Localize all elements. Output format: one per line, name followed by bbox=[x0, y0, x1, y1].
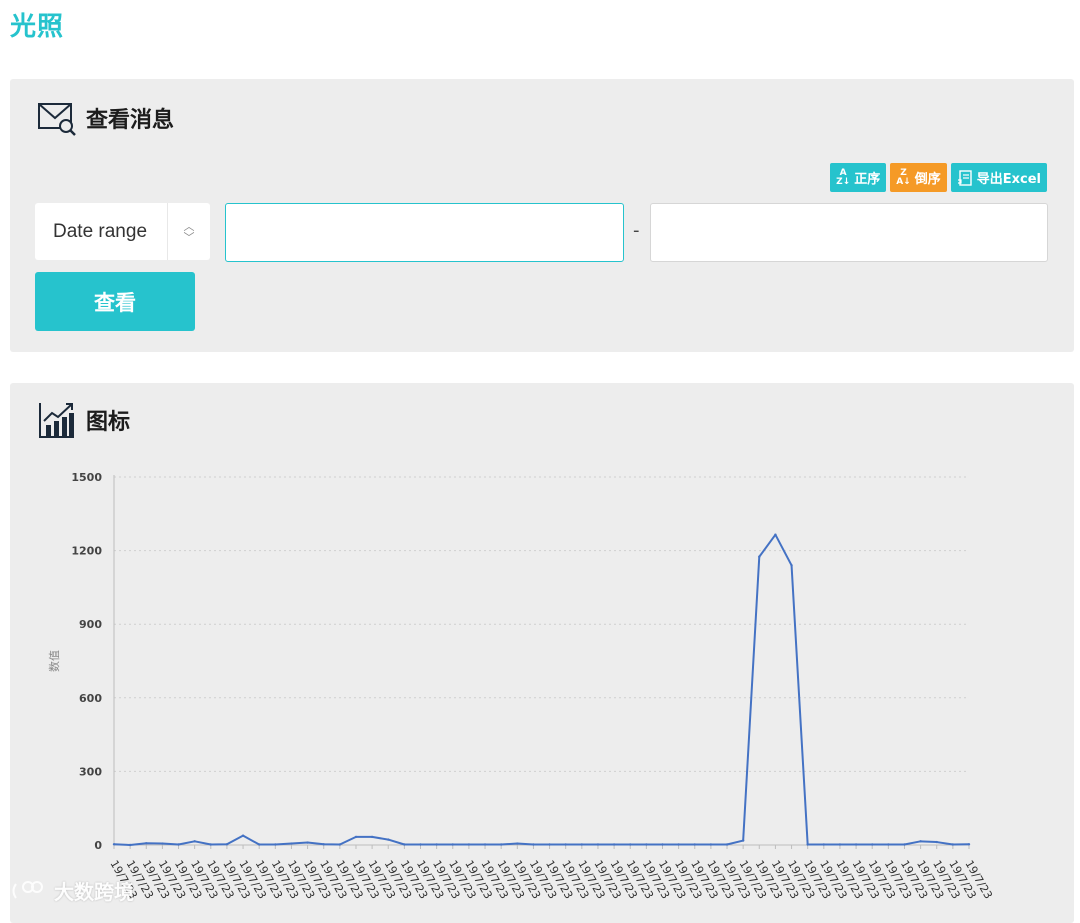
data-point bbox=[596, 843, 600, 846]
data-point bbox=[145, 842, 148, 845]
data-point bbox=[338, 843, 342, 846]
data-point bbox=[838, 843, 842, 846]
sort-asc-icon: A Z↓ bbox=[836, 167, 851, 187]
data-point bbox=[387, 838, 390, 841]
data-point bbox=[871, 843, 874, 846]
data-point bbox=[887, 843, 890, 846]
query-panel-title: 查看消息 bbox=[86, 108, 175, 133]
y-tick-label: 1500 bbox=[71, 471, 102, 484]
export-icon bbox=[957, 169, 972, 186]
watermark: 大数跨境 bbox=[10, 876, 134, 905]
mail-search-icon bbox=[38, 103, 76, 136]
data-point bbox=[483, 843, 487, 846]
data-point bbox=[822, 843, 826, 846]
data-point bbox=[967, 843, 971, 846]
sort-asc-button[interactable]: A Z↓ 正序 bbox=[830, 163, 887, 192]
data-point bbox=[612, 843, 616, 846]
data-point bbox=[419, 843, 422, 846]
data-point bbox=[790, 564, 793, 567]
y-tick-label: 600 bbox=[79, 692, 102, 705]
data-point bbox=[645, 843, 648, 846]
data-point bbox=[499, 843, 503, 846]
data-point bbox=[451, 843, 454, 846]
data-point bbox=[951, 843, 955, 846]
data-point bbox=[661, 843, 664, 846]
data-point bbox=[516, 842, 519, 845]
y-axis-title: 数值 bbox=[48, 650, 61, 672]
data-point bbox=[903, 843, 906, 846]
data-point bbox=[548, 843, 551, 846]
data-point bbox=[467, 843, 471, 846]
data-point bbox=[370, 835, 374, 839]
toolbar: A Z↓ 正序 Z A↓ 倒序 导出Excel bbox=[830, 163, 1047, 192]
data-point bbox=[128, 843, 132, 847]
export-label: 导出Excel bbox=[976, 172, 1041, 187]
select-arrows-icon: ︿ ﹀ bbox=[167, 203, 210, 260]
query-panel: 查看消息 A Z↓ 正序 Z A↓ 倒序 导出Excel Date range ︿ ﹀… bbox=[10, 79, 1074, 352]
chart-panel: 图标 0 300 600 900 1200 1500 数值 19/7/23 19/7/23 19/… bbox=[10, 383, 1074, 923]
data-point bbox=[758, 555, 761, 558]
watermark-logo-icon bbox=[12, 880, 43, 899]
data-point bbox=[741, 839, 745, 842]
data-point bbox=[241, 834, 245, 837]
data-point bbox=[322, 843, 325, 846]
data-point bbox=[564, 843, 567, 846]
data-point bbox=[112, 843, 116, 846]
data-point bbox=[709, 843, 713, 846]
series-line bbox=[113, 533, 970, 846]
sort-desc-icon: Z A↓ bbox=[896, 167, 911, 187]
data-point bbox=[257, 843, 261, 846]
data-point bbox=[919, 840, 922, 843]
y-tick-label: 900 bbox=[79, 618, 102, 631]
date-range-select-label: Date range bbox=[53, 220, 148, 242]
data-point bbox=[580, 843, 584, 846]
data-point bbox=[693, 843, 696, 846]
line-chart: 030060090012001500数值19/7/2319/7/2319/7/2… bbox=[48, 471, 995, 901]
data-point bbox=[532, 843, 535, 846]
start-date-input[interactable] bbox=[225, 203, 624, 262]
page-title: 光照 bbox=[10, 12, 65, 42]
data-point bbox=[629, 843, 632, 846]
data-point bbox=[435, 843, 438, 846]
range-separator: - bbox=[633, 220, 640, 241]
y-tick-label: 1200 bbox=[71, 545, 102, 558]
data-point bbox=[290, 842, 293, 845]
sort-desc-button[interactable]: Z A↓ 倒序 bbox=[890, 163, 947, 192]
data-point bbox=[806, 843, 809, 846]
data-point bbox=[774, 533, 777, 536]
data-point bbox=[306, 841, 309, 844]
data-point bbox=[854, 843, 858, 846]
data-point bbox=[225, 843, 229, 846]
export-excel-button[interactable]: 导出Excel bbox=[950, 163, 1047, 192]
data-point bbox=[354, 835, 358, 839]
sort-desc-label: 倒序 bbox=[914, 172, 941, 187]
end-date-input[interactable] bbox=[650, 203, 1048, 262]
query-panel-header: 查看消息 bbox=[38, 99, 174, 137]
data-point bbox=[274, 843, 277, 846]
data-point bbox=[161, 842, 164, 845]
data-point bbox=[193, 840, 196, 843]
y-tick-label: 300 bbox=[79, 765, 102, 778]
data-point bbox=[935, 840, 938, 844]
y-tick-label: 0 bbox=[94, 839, 102, 852]
date-range-select[interactable]: Date range ︿ ﹀ bbox=[35, 203, 210, 260]
data-point bbox=[403, 843, 406, 846]
data-point bbox=[725, 843, 729, 846]
data-point bbox=[177, 843, 180, 846]
data-point bbox=[677, 843, 680, 846]
sort-asc-label: 正序 bbox=[854, 172, 881, 187]
view-button[interactable]: 查看 bbox=[35, 272, 195, 331]
watermark-text: 大数跨境 bbox=[54, 880, 134, 904]
data-point bbox=[209, 843, 212, 846]
